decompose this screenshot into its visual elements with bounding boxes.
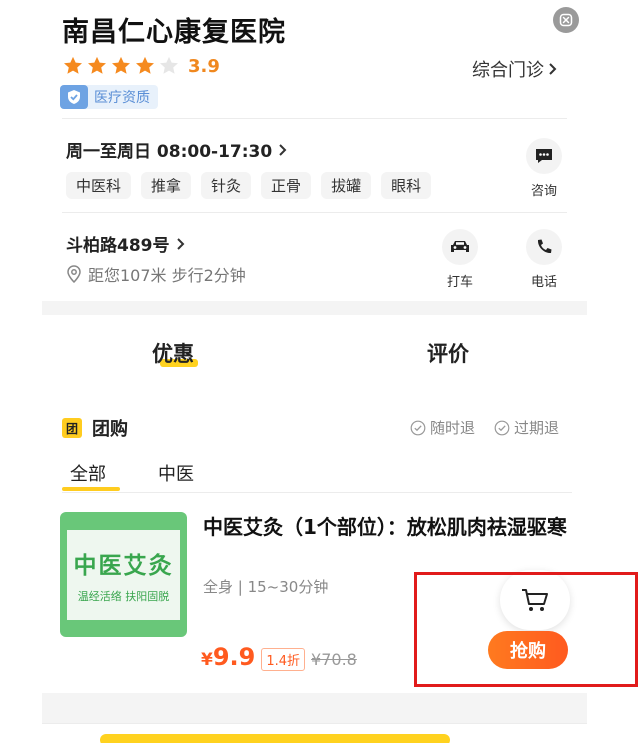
phone-icon: [526, 229, 562, 265]
chat-icon: [526, 138, 562, 174]
star-filled-icon: [88, 56, 106, 74]
service-tag[interactable]: 中医科: [66, 172, 132, 199]
original-price: ¥70.8: [311, 650, 357, 669]
service-tag[interactable]: 推拿: [141, 172, 192, 199]
qualification-label: 医疗资质: [94, 90, 150, 106]
subtab-tcm[interactable]: 中医: [158, 460, 194, 486]
check-circle-icon: [410, 420, 426, 435]
star-empty-icon: [160, 56, 178, 74]
highlight-box: [414, 572, 638, 687]
bottom-action-bar[interactable]: [100, 734, 450, 743]
product-title[interactable]: 中医艾灸（1个部位）：放松肌肉祛湿驱寒: [203, 512, 573, 542]
service-tag[interactable]: 眼科: [381, 172, 432, 199]
star-filled-icon: [136, 56, 154, 74]
divider: [42, 723, 587, 724]
group-buy-icon: 团: [62, 418, 82, 438]
distance-text: 距您107米 步行2分钟: [88, 266, 246, 285]
thumbnail-panel: 中医艾灸 温经活络 扶阳固脱: [67, 530, 180, 620]
location-pin-icon: [67, 265, 81, 283]
subtab-active-indicator: [62, 487, 120, 491]
clinic-name: 南昌仁心康复医院: [62, 17, 286, 48]
star-filled-icon: [112, 56, 130, 74]
refund-expired-label: 过期退: [514, 419, 560, 437]
currency-symbol: ¥: [201, 650, 213, 670]
left-gutter: [0, 0, 42, 743]
divider: [62, 118, 567, 119]
check-circle-icon: [494, 420, 510, 435]
close-button[interactable]: [553, 7, 579, 33]
taxi-label: 打车: [446, 275, 473, 290]
service-tag[interactable]: 正骨: [261, 172, 312, 199]
close-icon: [559, 13, 573, 27]
consult-button[interactable]: 咨询: [522, 138, 566, 199]
price-value: 9.9: [212, 643, 256, 671]
consult-label: 咨询: [530, 184, 557, 199]
shield-check-icon: [60, 85, 88, 109]
refund-anytime: 随时退: [410, 417, 475, 438]
divider: [62, 212, 567, 213]
service-tag[interactable]: 拔罐: [321, 172, 372, 199]
taxi-button[interactable]: 打车: [438, 229, 482, 290]
chevron-right-icon: [176, 237, 184, 250]
product-meta: 全身 | 15~30分钟: [203, 578, 329, 596]
tab-deals[interactable]: 优惠: [152, 338, 194, 368]
divider: [62, 492, 572, 493]
rating-stars: 3.9: [62, 55, 220, 77]
phone-label: 电话: [530, 275, 557, 290]
current-price: ¥9.9: [201, 643, 255, 671]
star-filled-icon: [64, 56, 82, 74]
tab-reviews[interactable]: 评价: [427, 338, 469, 368]
section-separator: [42, 301, 587, 315]
chevron-right-icon: [279, 143, 287, 156]
rating-score: 3.9: [188, 55, 220, 77]
service-tag[interactable]: 针灸: [201, 172, 252, 199]
business-hours[interactable]: 周一至周日 08:00-17:30: [66, 137, 288, 162]
thumbnail-title: 中医艾灸: [73, 553, 174, 579]
business-hours-text: 周一至周日 08:00-17:30: [66, 142, 273, 162]
section-separator: [42, 693, 587, 723]
overall-clinic-link[interactable]: 综合门诊: [472, 56, 558, 82]
refund-anytime-label: 随时退: [430, 419, 476, 437]
product-thumbnail[interactable]: 中医艾灸 温经活络 扶阳固脱: [60, 512, 187, 637]
address-text: 斗柏路489号: [66, 236, 170, 256]
chevron-right-icon: [549, 63, 557, 75]
group-buy-header: 团 团购: [62, 415, 128, 441]
discount-badge: 1.4折: [261, 648, 306, 671]
service-tags: 中医科 推拿 针灸 正骨 拔罐 眼科: [66, 172, 432, 199]
qualification-badge[interactable]: 医疗资质: [60, 85, 158, 109]
group-buy-title: 团购: [92, 419, 128, 440]
overall-clinic-label: 综合门诊: [472, 60, 544, 81]
phone-button[interactable]: 电话: [522, 229, 566, 290]
subtab-all[interactable]: 全部: [70, 460, 106, 486]
refund-expired: 过期退: [494, 417, 559, 438]
distance-info: 距您107米 步行2分钟: [66, 262, 246, 286]
price-row: ¥9.9 1.4折 ¥70.8: [201, 643, 357, 671]
thumbnail-subtitle: 温经活络 扶阳固脱: [77, 590, 170, 603]
address[interactable]: 斗柏路489号: [66, 231, 186, 256]
car-icon: [442, 229, 478, 265]
